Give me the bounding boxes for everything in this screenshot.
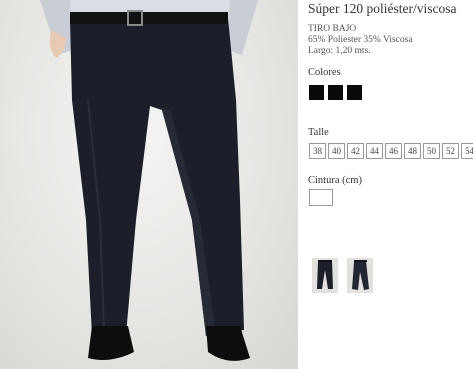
size-option-38[interactable]: 38 xyxy=(309,143,326,159)
product-photo xyxy=(0,0,298,369)
product-length: Largo: 1,20 mts. xyxy=(308,46,371,56)
product-composition: 65% Poliester 35% Viscosa xyxy=(308,35,413,45)
product-thumbnail-1[interactable] xyxy=(312,258,338,293)
product-subtitle: TIRO BAJO xyxy=(308,24,357,34)
color-swatches xyxy=(309,85,362,100)
size-option-40[interactable]: 40 xyxy=(328,143,345,159)
color-swatch[interactable] xyxy=(309,85,324,100)
size-option-48[interactable]: 48 xyxy=(404,143,421,159)
product-thumbnails xyxy=(312,258,373,293)
product-thumbnail-2[interactable] xyxy=(347,258,373,293)
color-swatch[interactable] xyxy=(328,85,343,100)
size-options: 38 40 42 44 46 48 50 52 54 xyxy=(309,143,473,159)
size-label: Talle xyxy=(308,127,329,138)
waist-label: Cintura (cm) xyxy=(308,175,362,186)
size-option-44[interactable]: 44 xyxy=(366,143,383,159)
product-title: Súper 120 poliéster/viscosa xyxy=(308,1,457,16)
size-option-54[interactable]: 54 xyxy=(461,143,473,159)
size-option-50[interactable]: 50 xyxy=(423,143,440,159)
waist-input[interactable] xyxy=(309,189,333,206)
size-option-52[interactable]: 52 xyxy=(442,143,459,159)
trousers-illustration xyxy=(40,0,258,361)
size-option-46[interactable]: 46 xyxy=(385,143,402,159)
color-swatch[interactable] xyxy=(347,85,362,100)
size-option-42[interactable]: 42 xyxy=(347,143,364,159)
colors-label: Colores xyxy=(308,67,341,78)
